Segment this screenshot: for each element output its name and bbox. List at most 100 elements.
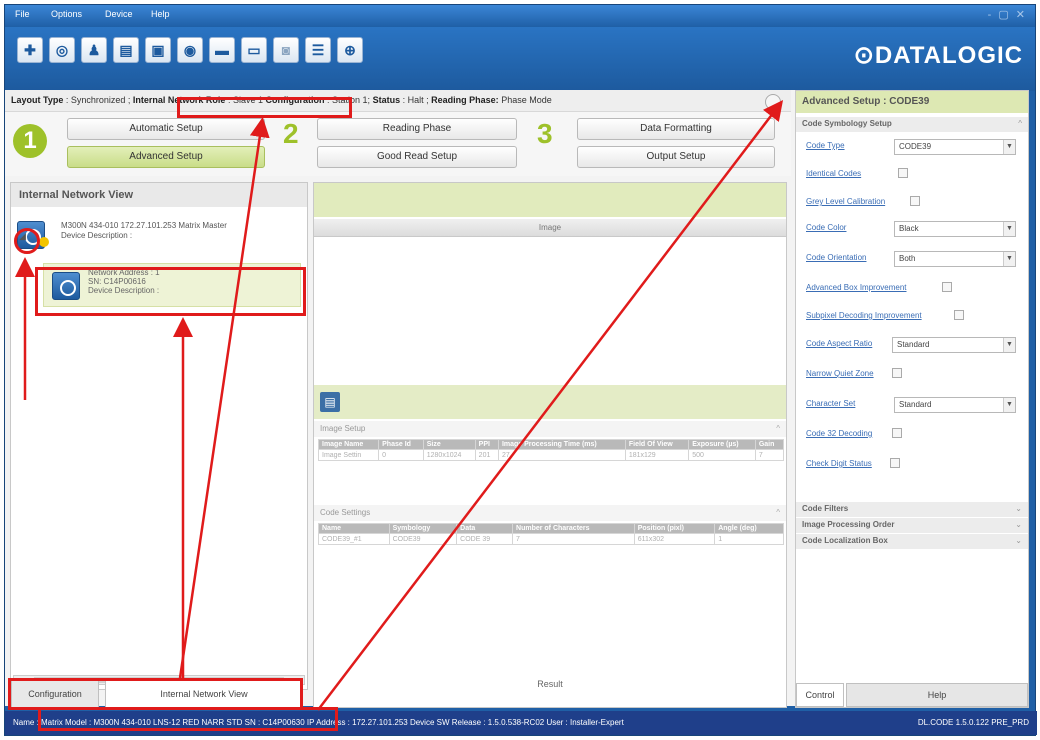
code32-link[interactable]: Code 32 Decoding: [806, 429, 872, 438]
output-setup-button[interactable]: Output Setup: [577, 146, 775, 168]
table-cell[interactable]: 181x129: [624, 449, 690, 461]
tab-control[interactable]: Control: [796, 683, 844, 707]
image-processing-order-header[interactable]: Image Processing Order ⌄: [796, 518, 1028, 533]
code-type-link[interactable]: Code Type: [806, 141, 845, 150]
table-row[interactable]: Image Settin 0 1280x1024 201 27 181x129 500 7: [317, 449, 785, 461]
version-info: DL.CODE 1.5.0.122 PRE_PRD: [917, 718, 1029, 727]
table-header-row: Name Symbology Data Number of Characters Pos…: [318, 523, 784, 534]
monitor-icon[interactable]: ▣: [145, 37, 171, 63]
automatic-setup-button[interactable]: Automatic Setup: [67, 118, 265, 140]
advanced-box-checkbox[interactable]: [942, 282, 952, 292]
user-icon[interactable]: ♟: [81, 37, 107, 63]
table-cell[interactable]: 7: [754, 449, 785, 461]
panel-title: Internal Network View: [11, 183, 307, 207]
grey-level-link[interactable]: Grey Level Calibration: [806, 197, 885, 206]
code-filters-header[interactable]: Code Filters ⌄: [796, 502, 1028, 517]
code-color-link[interactable]: Code Color: [806, 223, 846, 232]
data-formatting-button[interactable]: Data Formatting: [577, 118, 775, 140]
code-settings-header[interactable]: Code Settings ^: [314, 505, 786, 521]
toolbar: ✚ ◎ ♟ ▤ ▣ ◉ ▬ ▭ ◙ ☰ ⊕ ⊙DATALOGIC: [5, 27, 1035, 91]
column-header: Exposure (µs): [688, 439, 756, 450]
table-cell[interactable]: 1: [714, 533, 784, 545]
identical-codes-checkbox[interactable]: [898, 168, 908, 178]
table-cell[interactable]: CODE 39: [456, 533, 514, 545]
master-status-dot: [39, 237, 49, 247]
settings-icon[interactable]: ☰: [305, 37, 331, 63]
advanced-setup-button[interactable]: Advanced Setup: [67, 146, 265, 168]
annotation-box-slave-device: [35, 267, 306, 316]
image-setup-header[interactable]: Image Setup ^: [314, 421, 786, 437]
menu-help[interactable]: Help: [151, 9, 170, 19]
column-header: Size: [422, 439, 476, 450]
character-set-select[interactable]: Standard ▼: [894, 397, 1016, 413]
table-cell[interactable]: 0: [378, 449, 424, 461]
table-cell[interactable]: 27: [497, 449, 626, 461]
menu-bar: File Options Device Help - ▢ ✕: [5, 5, 1035, 27]
table-cell[interactable]: CODE39_#1: [318, 533, 390, 545]
column-header: Data: [456, 523, 514, 534]
table-cell[interactable]: CODE39: [388, 533, 458, 545]
table-cell[interactable]: 201: [474, 449, 499, 461]
advanced-setup-title: Advanced Setup : CODE39: [796, 91, 1028, 113]
target-icon[interactable]: ⊕: [337, 37, 363, 63]
table-header-row: Image Name Phase Id Size PPI Image Processin…: [317, 439, 785, 450]
table-cell[interactable]: 611x302: [633, 533, 716, 545]
grey-level-checkbox[interactable]: [910, 196, 920, 206]
grid-icon[interactable]: ▤: [113, 37, 139, 63]
code-color-select[interactable]: Black ▼: [894, 221, 1016, 237]
datalogic-logo: ⊙DATALOGIC: [853, 42, 1023, 69]
menu-file[interactable]: File: [15, 9, 30, 19]
document-icon[interactable]: ▤: [320, 392, 340, 412]
add-icon[interactable]: ✚: [17, 37, 43, 63]
check-digit-checkbox[interactable]: [890, 458, 900, 468]
character-set-link[interactable]: Character Set: [806, 399, 855, 408]
code-orientation-select[interactable]: Both ▼: [894, 251, 1016, 267]
chevron-down-icon: ▼: [1003, 338, 1015, 352]
code-type-select[interactable]: CODE39 ▼: [894, 139, 1016, 155]
setup-steps: 1 Automatic Setup Advanced Setup 2 Readi…: [5, 112, 791, 176]
gray-image-icon[interactable]: ◙: [273, 37, 299, 63]
table-cell[interactable]: Image Settin: [317, 449, 380, 461]
image-icon[interactable]: ▬: [209, 37, 235, 63]
column-header: Name: [318, 523, 390, 534]
master-device-title: M300N 434-010 172.27.101.253 Matrix Mast…: [61, 221, 227, 230]
image-header: Image: [314, 219, 786, 237]
advanced-box-link[interactable]: Advanced Box Improvement: [806, 283, 907, 292]
good-read-setup-button[interactable]: Good Read Setup: [317, 146, 517, 168]
image-viewport[interactable]: [314, 237, 786, 385]
camera-icon[interactable]: ◎: [49, 37, 75, 63]
menu-options[interactable]: Options: [51, 9, 82, 19]
code-color-row: Code Color Black ▼: [806, 221, 1022, 239]
subpixel-link[interactable]: Subpixel Decoding Improvement: [806, 311, 922, 320]
narrow-quiet-link[interactable]: Narrow Quiet Zone: [806, 369, 874, 378]
window-icon[interactable]: ▭: [241, 37, 267, 63]
check-digit-link[interactable]: Check Digit Status: [806, 459, 872, 468]
column-header: Phase Id: [378, 439, 424, 450]
identical-codes-link[interactable]: Identical Codes: [806, 169, 861, 178]
window-controls[interactable]: - ▢ ✕: [988, 8, 1027, 21]
reading-phase-button[interactable]: Reading Phase: [317, 118, 517, 140]
table-cell[interactable]: 1280x1024: [422, 449, 476, 461]
capture-icon[interactable]: ◉: [177, 37, 203, 63]
table-cell[interactable]: 500: [688, 449, 756, 461]
character-set-row: Character Set Standard ▼: [806, 397, 1022, 415]
code-orientation-row: Code Orientation Both ▼: [806, 251, 1022, 269]
aspect-ratio-select[interactable]: Standard ▼: [892, 337, 1016, 353]
table-row[interactable]: CODE39_#1 CODE39 CODE 39 7 611x302 1: [318, 533, 784, 545]
menu-device[interactable]: Device: [105, 9, 133, 19]
column-header: Angle (deg): [714, 523, 784, 534]
tab-help[interactable]: Help: [846, 683, 1028, 707]
code-symbology-setup-header[interactable]: Code Symbology Setup ^: [796, 117, 1028, 132]
code-orientation-link[interactable]: Code Orientation: [806, 253, 866, 262]
subpixel-checkbox[interactable]: [954, 310, 964, 320]
identical-codes-row: Identical Codes: [806, 167, 1022, 185]
master-device-node[interactable]: M300N 434-010 172.27.101.253 Matrix Mast…: [17, 219, 303, 253]
status-indicator-icon[interactable]: [765, 94, 781, 110]
code-localization-box-header[interactable]: Code Localization Box ⌄: [796, 534, 1028, 549]
column-header: Image Name: [317, 439, 380, 450]
code32-checkbox[interactable]: [892, 428, 902, 438]
aspect-ratio-link[interactable]: Code Aspect Ratio: [806, 339, 872, 348]
code32-row: Code 32 Decoding: [806, 427, 1022, 445]
narrow-quiet-checkbox[interactable]: [892, 368, 902, 378]
table-cell[interactable]: 7: [512, 533, 635, 545]
